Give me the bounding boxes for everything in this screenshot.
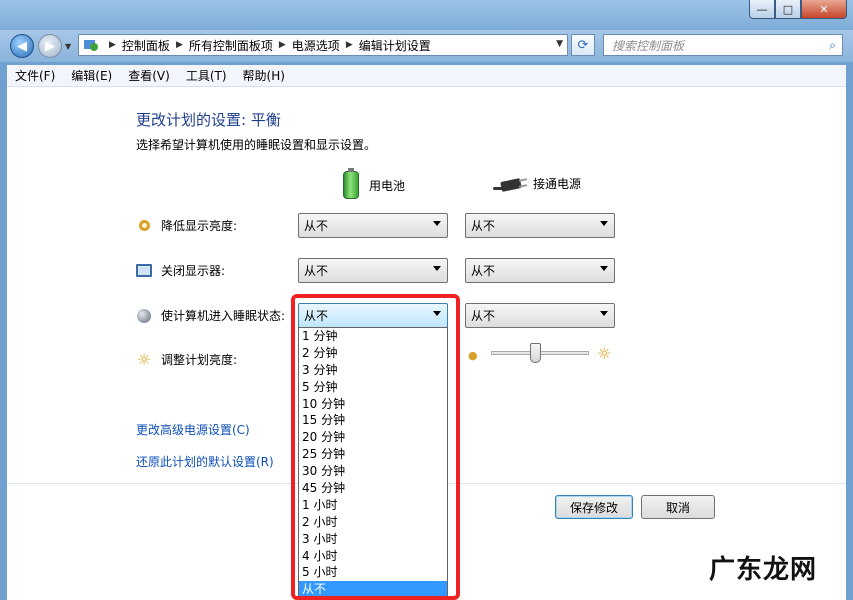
brightness-low-icon: ● [468,349,478,362]
breadcrumb-control-panel[interactable]: 控制面板 [122,37,170,54]
brightness-slider-thumb[interactable] [530,343,542,363]
control-panel-icon [83,37,99,53]
page-subtitle: 选择希望计算机使用的睡眠设置和显示设置。 [136,138,377,152]
turn-off-display-battery-select[interactable]: 从不 [298,258,448,283]
setting-label: 关闭显示器: [161,264,226,278]
menu-tools[interactable]: 工具(T) [178,67,235,84]
select-value: 从不 [471,309,496,323]
setting-label: 使计算机进入睡眠状态: [161,309,286,323]
page-title: 更改计划的设置: 平衡 [136,111,281,129]
address-dropdown-icon[interactable]: ▼ [556,39,563,49]
address-bar[interactable]: ▶ 控制面板 ▶ 所有控制面板项 ▶ 电源选项 ▶ 编辑计划设置 ▼ [78,34,568,56]
select-value: 从不 [304,264,329,278]
menu-view[interactable]: 查看(V) [120,67,178,84]
chevron-down-icon [600,311,608,316]
back-button[interactable]: ◀ [10,34,34,58]
sleep-plugged-select[interactable]: 从不 [465,303,615,328]
cancel-button[interactable]: 取消 [641,495,715,519]
brightness-high-icon: ☼ [597,344,612,363]
battery-column-header: 用电池 [343,168,406,199]
select-value: 从不 [471,219,496,233]
setting-sleep: 使计算机进入睡眠状态: [136,307,285,324]
menu-edit[interactable]: 编辑(E) [63,67,120,84]
restore-defaults-link[interactable]: 还原此计划的默认设置(R) [136,453,274,470]
highlight-box [291,294,460,600]
chevron-down-icon [600,221,608,226]
brightness-ring-icon [136,218,152,234]
menu-file[interactable]: 文件(F) [7,67,63,84]
plugged-column-header: 接通电源 [493,175,581,192]
select-value: 从不 [471,264,496,278]
setting-label: 降低显示亮度: [161,219,238,233]
battery-icon [343,168,359,199]
advanced-settings-link[interactable]: 更改高级电源设置(C) [136,421,250,438]
navigation-bar: ◀ ▶ ▼ ▶ 控制面板 ▶ 所有控制面板项 ▶ 电源选项 ▶ 编辑计划设置 ▼… [0,30,853,62]
window-controls: — □ ✕ [749,0,847,19]
forward-button[interactable]: ▶ [38,34,62,58]
breadcrumb-separator-icon[interactable]: ▶ [279,40,286,50]
maximize-button[interactable]: □ [775,0,801,19]
menu-bar: 文件(F) 编辑(E) 查看(V) 工具(T) 帮助(H) [7,65,846,87]
recent-pages-dropdown-icon[interactable]: ▼ [65,42,71,51]
watermark-text: 广东龙网 [708,555,817,585]
setting-label: 调整计划亮度: [161,353,238,367]
chevron-down-icon [600,266,608,271]
sun-icon: ☼ [136,350,152,369]
breadcrumb-separator-icon[interactable]: ▶ [346,40,353,50]
dim-display-battery-select[interactable]: 从不 [298,213,448,238]
breadcrumb-separator-icon[interactable]: ▶ [176,40,183,50]
select-value: 从不 [304,219,329,233]
plugged-column-label: 接通电源 [533,177,582,191]
turn-off-display-plugged-select[interactable]: 从不 [465,258,615,283]
chevron-down-icon [433,266,441,271]
battery-column-label: 用电池 [369,178,406,193]
breadcrumb-edit-plan[interactable]: 编辑计划设置 [359,37,431,54]
refresh-button[interactable]: ⟳ [571,34,595,56]
breadcrumb-separator-icon: ▶ [109,40,116,50]
window-titlebar: — □ ✕ [0,0,853,30]
breadcrumb-all-items[interactable]: 所有控制面板项 [189,37,273,54]
breadcrumb-power-options[interactable]: 电源选项 [292,37,340,54]
dim-display-plugged-select[interactable]: 从不 [465,213,615,238]
menu-help[interactable]: 帮助(H) [235,67,293,84]
setting-dim-display: 降低显示亮度: [136,217,237,234]
chevron-down-icon [433,221,441,226]
search-icon[interactable]: ⌕ [829,38,836,53]
setting-turn-off-display: 关闭显示器: [136,262,225,279]
refresh-icon: ⟳ [577,37,589,53]
search-placeholder: 搜索控制面板 [612,38,685,53]
setting-brightness: ☼ 调整计划亮度: [136,350,238,369]
search-input[interactable]: 搜索控制面板 ⌕ [603,34,843,56]
monitor-icon [136,263,152,279]
save-button[interactable]: 保存修改 [555,495,633,519]
power-plug-icon [493,176,528,192]
minimize-button[interactable]: — [749,0,775,19]
breadcrumb: ▶ 控制面板 ▶ 所有控制面板项 ▶ 电源选项 ▶ 编辑计划设置 [103,37,431,54]
close-button[interactable]: ✕ [801,0,847,19]
moon-icon [136,308,152,324]
